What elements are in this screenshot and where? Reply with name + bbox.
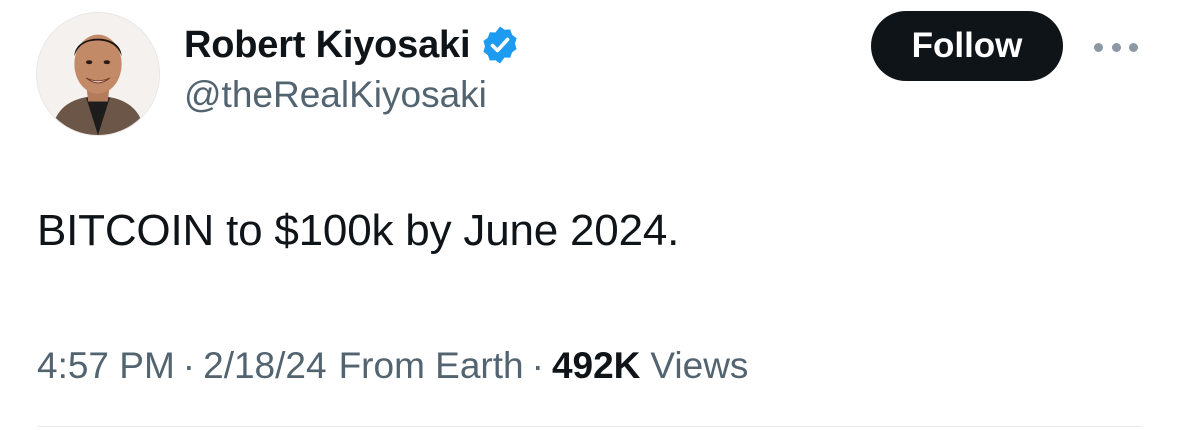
views-count[interactable]: 492K <box>552 345 640 387</box>
views-label: Views <box>650 345 749 386</box>
follow-button[interactable]: Follow <box>871 11 1063 81</box>
meta-separator: · <box>182 345 196 386</box>
more-dot <box>1129 42 1138 52</box>
more-dot <box>1094 42 1103 52</box>
tweet-source: From Earth <box>338 345 524 386</box>
tweet-date[interactable]: 2/18/24 <box>203 345 326 387</box>
tweet-card: Robert Kiyosaki @theRealKiyosaki Follow … <box>0 0 1179 430</box>
author-name-row[interactable]: Robert Kiyosaki <box>184 20 520 70</box>
more-dot <box>1111 42 1121 52</box>
avatar[interactable] <box>36 12 160 136</box>
divider <box>37 426 1142 427</box>
tweet-time[interactable]: 4:57 PM <box>37 345 175 387</box>
tweet-text: BITCOIN to $100k by June 2024. <box>37 206 680 255</box>
more-options-icon[interactable] <box>1094 40 1138 54</box>
meta-separator: · <box>531 345 544 386</box>
avatar-photo <box>37 13 159 135</box>
verified-badge-icon[interactable] <box>480 25 520 65</box>
author-handle[interactable]: @theRealKiyosaki <box>184 74 487 116</box>
tweet-meta: 4:57 PM · 2/18/24 From Earth · 492K View… <box>37 345 748 387</box>
author-display-name[interactable]: Robert Kiyosaki <box>184 24 471 67</box>
